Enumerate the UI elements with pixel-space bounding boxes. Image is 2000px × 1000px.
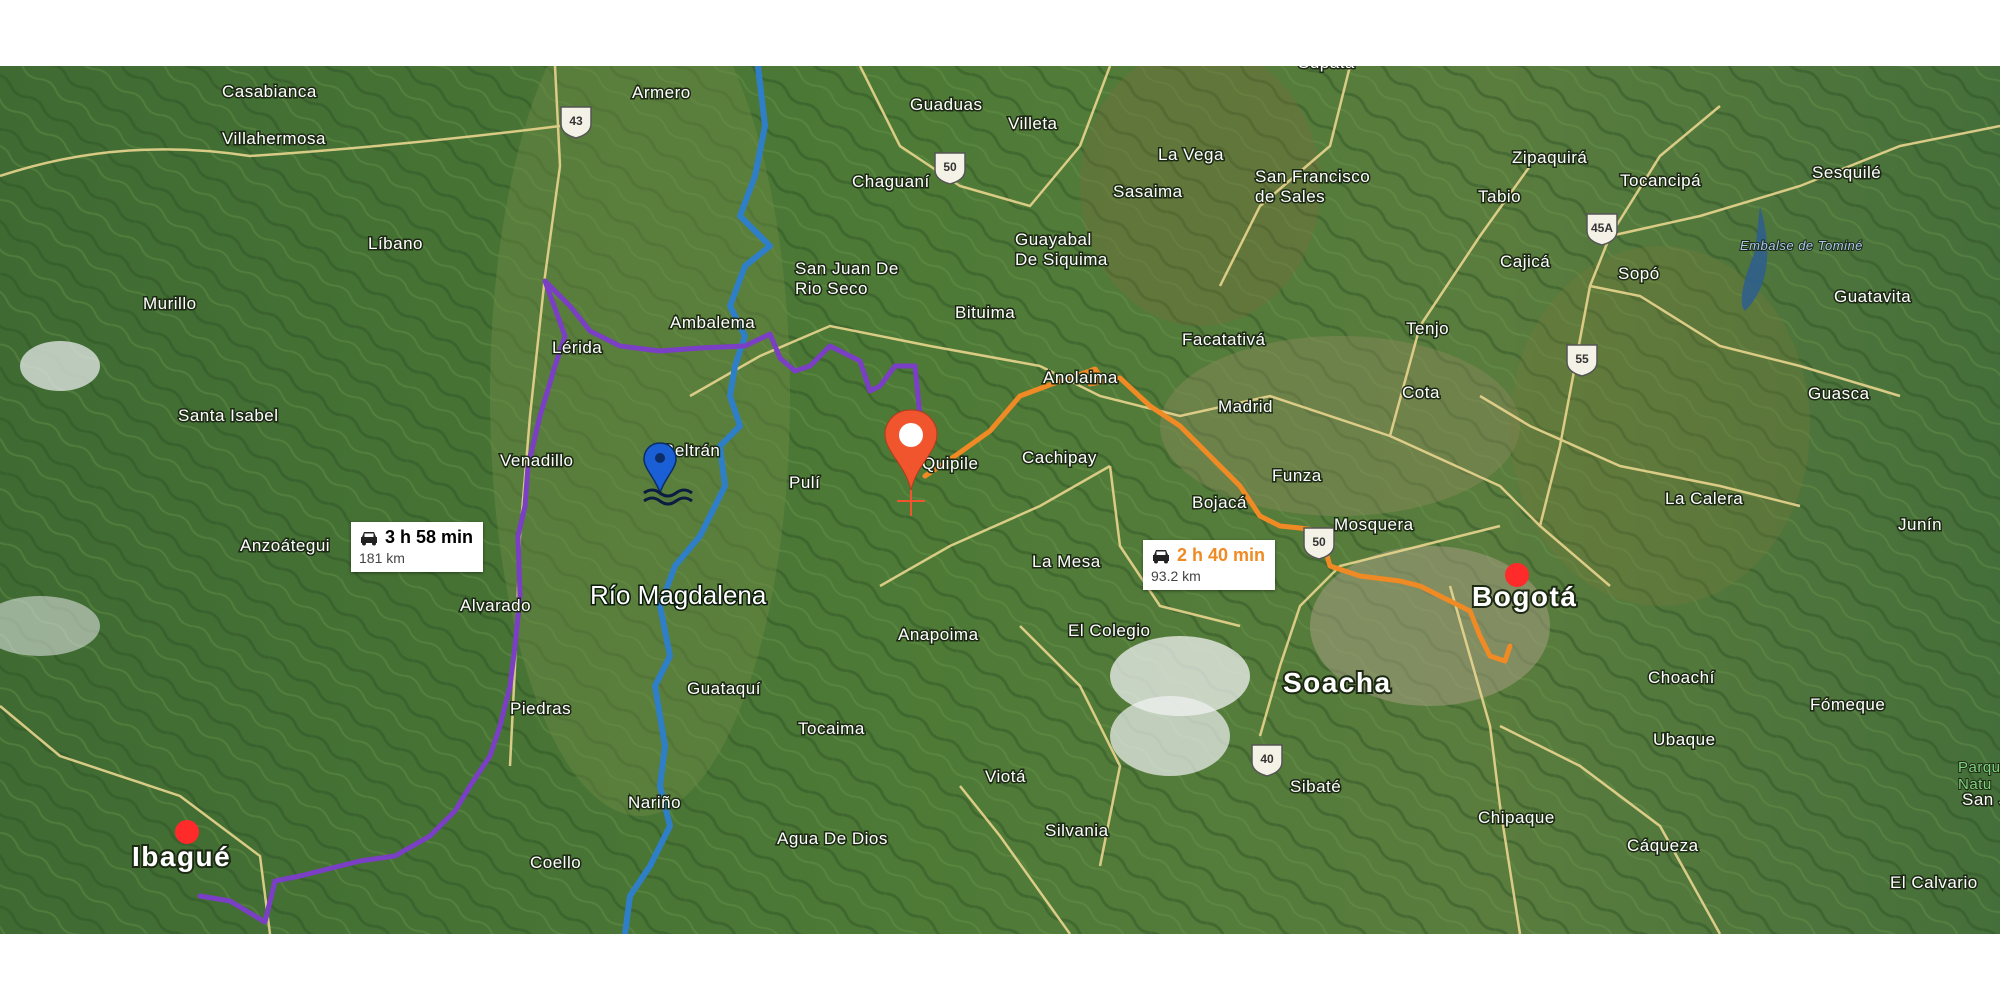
place-label-silvania: Silvania	[1045, 821, 1109, 840]
car-icon	[1153, 549, 1169, 563]
place-label-quipile: Quipile	[922, 454, 978, 473]
place-label-el-calvario: El Calvario	[1890, 873, 1978, 892]
place-label-zipaquira: Zipaquirá	[1512, 148, 1587, 167]
place-label-cachipay: Cachipay	[1022, 448, 1097, 467]
place-label-supata: Supatá	[1298, 66, 1355, 72]
svg-text:40: 40	[1260, 752, 1274, 766]
place-label-libano: Líbano	[368, 234, 423, 253]
place-label-sesquile: Sesquilé	[1812, 163, 1881, 182]
place-label-anzoategui: Anzoátegui	[240, 536, 330, 555]
place-label-ubaque: Ubaque	[1653, 730, 1716, 749]
place-label-agua-de-dios: Agua De Dios	[777, 829, 888, 848]
svg-text:55: 55	[1575, 352, 1589, 366]
place-label-caqueza: Cáqueza	[1627, 836, 1699, 855]
place-label-villahermosa: Villahermosa	[222, 129, 326, 148]
place-label-villeta: Villeta	[1008, 114, 1058, 133]
place-label-santa-isabel: Santa Isabel	[178, 406, 279, 425]
place-label-tabio: Tabio	[1478, 187, 1521, 206]
svg-text:50: 50	[1312, 535, 1326, 549]
place-label-coello: Coello	[530, 853, 581, 872]
road-shield-55-icon: 55	[1566, 344, 1598, 377]
place-label-alvarado: Alvarado	[460, 596, 531, 615]
place-label-sopo: Sopó	[1618, 264, 1660, 283]
place-label-narino: Nariño	[628, 793, 681, 812]
place-label-guasca: Guasca	[1808, 384, 1870, 403]
place-label-sibate: Sibaté	[1290, 777, 1341, 796]
place-label-anolaima: Anolaima	[1043, 368, 1118, 387]
map-canvas[interactable]: 43 50 45A 55 50 40 Casabianca Villahermosa Líba…	[0, 66, 2000, 934]
ibague-city-dot[interactable]	[175, 820, 199, 844]
place-label-facatativa: Facatativá	[1182, 330, 1265, 349]
place-label-piedras: Piedras	[510, 699, 571, 718]
place-label-tenjo: Tenjo	[1406, 319, 1449, 338]
place-label-tocancipa: Tocancipá	[1620, 171, 1701, 190]
route-distance: 93.2 km	[1151, 568, 1201, 584]
place-label-anapoima: Anapoima	[898, 625, 979, 644]
place-label-guatavita: Guatavita	[1834, 287, 1911, 306]
place-label-cajica: Cajicá	[1500, 252, 1550, 271]
place-label-murillo: Murillo	[143, 294, 197, 313]
road-shield-40-icon: 40	[1251, 744, 1283, 777]
place-label-sasaima: Sasaima	[1113, 182, 1183, 201]
city-label-ibague: Ibagué	[132, 841, 231, 872]
place-label-chaguani: Chaguaní	[852, 172, 930, 191]
place-label-mosquera: Mosquera	[1334, 515, 1414, 534]
city-label-bogota: Bogotá	[1472, 581, 1577, 612]
place-label-tocaima: Tocaima	[798, 719, 865, 738]
place-label-cota: Cota	[1402, 383, 1440, 402]
place-label-el-colegio: El Colegio	[1068, 621, 1151, 640]
svg-text:45A: 45A	[1591, 221, 1613, 235]
place-label-fomeque: Fómeque	[1810, 695, 1885, 714]
route-card-purple[interactable]: 3 h 58 min 181 km	[351, 522, 484, 572]
place-label-guataqui: Guataquí	[687, 679, 761, 698]
place-label-puli: Pulí	[789, 473, 820, 492]
place-label-choachi: Choachí	[1648, 668, 1715, 687]
place-label-bojaca: Bojacá	[1192, 493, 1247, 512]
city-label-soacha: Soacha	[1283, 667, 1392, 698]
route-time: 2 h 40 min	[1177, 545, 1266, 565]
place-label-chipaque: Chipaque	[1478, 808, 1555, 827]
place-label-guaduas: Guaduas	[910, 95, 983, 114]
place-label-armero: Armero	[632, 83, 691, 102]
place-label-viota: Viotá	[985, 767, 1026, 786]
route-distance: 181 km	[359, 550, 405, 566]
satellite-map[interactable]: 43 50 45A 55 50 40 Casabianca Villahermosa Líba…	[0, 66, 2000, 934]
place-label-ambalema: Ambalema	[670, 313, 755, 332]
place-label-la-calera: La Calera	[1665, 489, 1743, 508]
reservoir-label: Embalse de Tominé	[1740, 238, 1863, 253]
route-time: 3 h 58 min	[385, 527, 474, 547]
road-shield-45A-icon: 45A	[1586, 213, 1618, 246]
place-label-venadillo: Venadillo	[500, 451, 574, 470]
map-stage: 43 50 45A 55 50 40 Casabianca Villahermosa Líba…	[0, 0, 2000, 1000]
place-label-bituima: Bituima	[955, 303, 1015, 322]
svg-text:50: 50	[943, 160, 957, 174]
place-label-la-vega: La Vega	[1158, 145, 1224, 164]
car-icon	[361, 531, 377, 545]
road-shield-50-icon: 50	[934, 152, 966, 185]
svg-text:43: 43	[569, 114, 583, 128]
place-label-la-mesa: La Mesa	[1032, 552, 1101, 571]
place-label-madrid: Madrid	[1218, 397, 1273, 416]
river-label: Río Magdalena	[590, 580, 767, 610]
place-label-casabianca: Casabianca	[222, 82, 317, 101]
road-shield-50-icon: 50	[1303, 527, 1335, 560]
route-card-orange[interactable]: 2 h 40 min 93.2 km	[1143, 540, 1276, 590]
place-label-lerida: Lérida	[552, 338, 602, 357]
place-label-junin: Junín	[1898, 515, 1942, 534]
bogota-city-dot[interactable]	[1505, 563, 1529, 587]
road-shield-43-icon: 43	[560, 106, 592, 139]
place-label-funza: Funza	[1272, 466, 1322, 485]
